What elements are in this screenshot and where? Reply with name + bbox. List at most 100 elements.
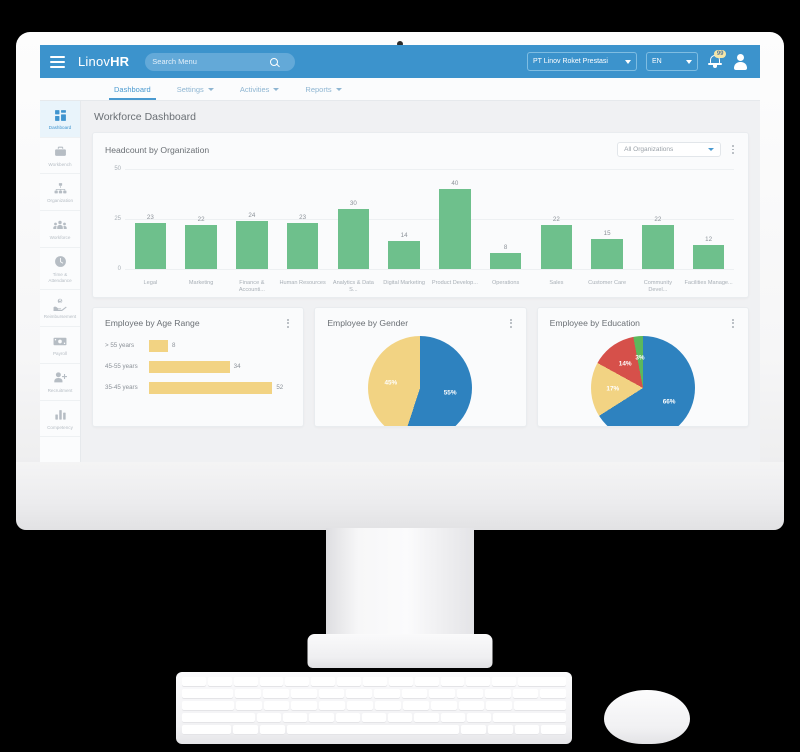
bar-value-label: 8 bbox=[503, 244, 508, 251]
brand-name-light: Linov bbox=[78, 54, 111, 69]
bar-group[interactable]: 23 bbox=[125, 169, 176, 269]
pie-slice-label: 66% bbox=[662, 398, 676, 406]
sidebar-item-label: Recruitment bbox=[47, 387, 73, 393]
bar[interactable] bbox=[388, 241, 420, 269]
bar-group[interactable]: 15 bbox=[582, 169, 633, 269]
bar[interactable] bbox=[286, 223, 319, 269]
sidebar-item-dashboard[interactable]: Dashboard bbox=[40, 101, 80, 138]
brand-name-bold: HR bbox=[110, 54, 130, 69]
organization-filter-value: All Organizations bbox=[624, 146, 674, 153]
key bbox=[263, 701, 290, 711]
nav-item-dashboard[interactable]: Dashboard bbox=[101, 78, 164, 100]
search-input[interactable] bbox=[152, 57, 271, 66]
bar[interactable] bbox=[591, 239, 623, 269]
keyboard-row bbox=[182, 713, 566, 723]
key bbox=[291, 701, 318, 711]
gender-card-menu-icon[interactable] bbox=[508, 317, 514, 330]
bar-value-label: 22 bbox=[197, 216, 205, 223]
bar[interactable] bbox=[439, 189, 471, 269]
language-selector[interactable]: EN bbox=[646, 52, 698, 71]
hand-money-icon bbox=[42, 297, 78, 311]
sidebar-item-label: Organization bbox=[46, 198, 74, 204]
sidebar-item-workbench[interactable]: Workbench bbox=[40, 138, 80, 175]
chevron-down-icon bbox=[335, 87, 342, 91]
bar-group[interactable]: 24 bbox=[227, 169, 278, 269]
bar[interactable] bbox=[185, 225, 217, 269]
nav-item-settings[interactable]: Settings bbox=[164, 78, 227, 100]
bar[interactable] bbox=[236, 221, 268, 269]
bar[interactable] bbox=[692, 245, 725, 269]
avatar-head bbox=[737, 54, 744, 61]
search-icon[interactable] bbox=[270, 57, 279, 66]
bar-group[interactable]: 23 bbox=[277, 169, 328, 269]
gridline bbox=[125, 269, 734, 270]
nav-item-activities[interactable]: Activities bbox=[227, 78, 293, 100]
nav-item-label: Dashboard bbox=[114, 84, 151, 94]
age-range-bar[interactable] bbox=[149, 381, 273, 394]
key bbox=[347, 701, 374, 711]
bar-value-label: 24 bbox=[248, 212, 256, 219]
bar[interactable] bbox=[489, 253, 522, 269]
education-card-menu-icon[interactable] bbox=[730, 317, 736, 330]
key bbox=[429, 689, 456, 699]
key bbox=[285, 677, 310, 687]
bar-group[interactable]: 12 bbox=[683, 169, 734, 269]
bar-group[interactable]: 14 bbox=[379, 169, 430, 269]
bar-group[interactable]: 8 bbox=[480, 169, 531, 269]
sidebar-item-reimbursement[interactable]: Reimbursement bbox=[40, 290, 80, 328]
key bbox=[182, 725, 232, 735]
age-range-bar[interactable] bbox=[149, 360, 230, 373]
bar[interactable] bbox=[134, 223, 167, 269]
x-axis-label: Customer Care bbox=[588, 279, 627, 286]
organization-selector[interactable]: PT Linov Roket Prestasi bbox=[527, 52, 637, 71]
x-axis-label: Human Resources bbox=[279, 279, 326, 286]
sidebar-item-payroll[interactable]: Payroll bbox=[40, 327, 80, 364]
key bbox=[182, 689, 234, 699]
bar[interactable] bbox=[540, 225, 573, 269]
bar-group[interactable]: 22 bbox=[176, 169, 227, 269]
search-box[interactable] bbox=[145, 52, 296, 71]
x-axis-label: Digital Marketing bbox=[383, 279, 425, 286]
bar[interactable] bbox=[642, 225, 674, 269]
organization-filter-dropdown[interactable]: All Organizations bbox=[617, 142, 722, 157]
bar-chart-icon bbox=[42, 408, 78, 422]
key bbox=[207, 677, 232, 687]
key bbox=[182, 701, 234, 711]
notification-badge: 99 bbox=[714, 50, 726, 58]
bar-group[interactable]: 22 bbox=[633, 169, 684, 269]
nav-item-reports[interactable]: Reports bbox=[292, 78, 354, 100]
age-range-row: 35-45 years 52 bbox=[105, 381, 291, 395]
bar-value-label: 12 bbox=[705, 236, 713, 243]
bar-value-label: 40 bbox=[451, 180, 459, 187]
age-range-bar[interactable] bbox=[149, 339, 168, 352]
brand-logo[interactable]: LinovHR bbox=[78, 54, 129, 69]
key bbox=[458, 701, 485, 711]
key bbox=[466, 677, 491, 687]
hamburger-menu-icon[interactable] bbox=[50, 55, 65, 68]
age-range-card-menu-icon[interactable] bbox=[285, 317, 291, 330]
bar-value-label: 15 bbox=[603, 230, 611, 237]
sidebar-item-time-attendance[interactable]: Time & Attendance bbox=[40, 248, 80, 291]
bar-group[interactable]: 40 bbox=[430, 169, 481, 269]
key bbox=[346, 689, 373, 699]
notifications-button[interactable]: 99 bbox=[707, 50, 726, 70]
bar-group[interactable]: 30 bbox=[328, 169, 379, 269]
sidebar-item-competency[interactable]: Competency bbox=[40, 401, 80, 438]
key bbox=[374, 689, 400, 699]
key bbox=[290, 689, 317, 699]
sidebar-item-workforce[interactable]: Workforce bbox=[40, 211, 80, 248]
key bbox=[484, 689, 511, 699]
bar[interactable] bbox=[337, 209, 370, 269]
headcount-card-menu-icon[interactable] bbox=[730, 143, 736, 156]
chevron-down-icon bbox=[686, 59, 692, 64]
user-avatar[interactable] bbox=[732, 53, 748, 70]
key bbox=[461, 725, 487, 735]
sidebar-item-label: Payroll bbox=[52, 351, 68, 357]
bar-group[interactable]: 22 bbox=[531, 169, 582, 269]
education-pie-chart: 66% 17% 14% 3% bbox=[590, 335, 695, 426]
key bbox=[466, 713, 492, 723]
sidebar-item-recruitment[interactable]: Recruitment bbox=[40, 364, 80, 401]
y-axis-tick: 25 bbox=[114, 216, 121, 222]
monitor-stand-neck bbox=[326, 528, 474, 648]
sidebar-item-organization[interactable]: Organization bbox=[40, 174, 80, 212]
